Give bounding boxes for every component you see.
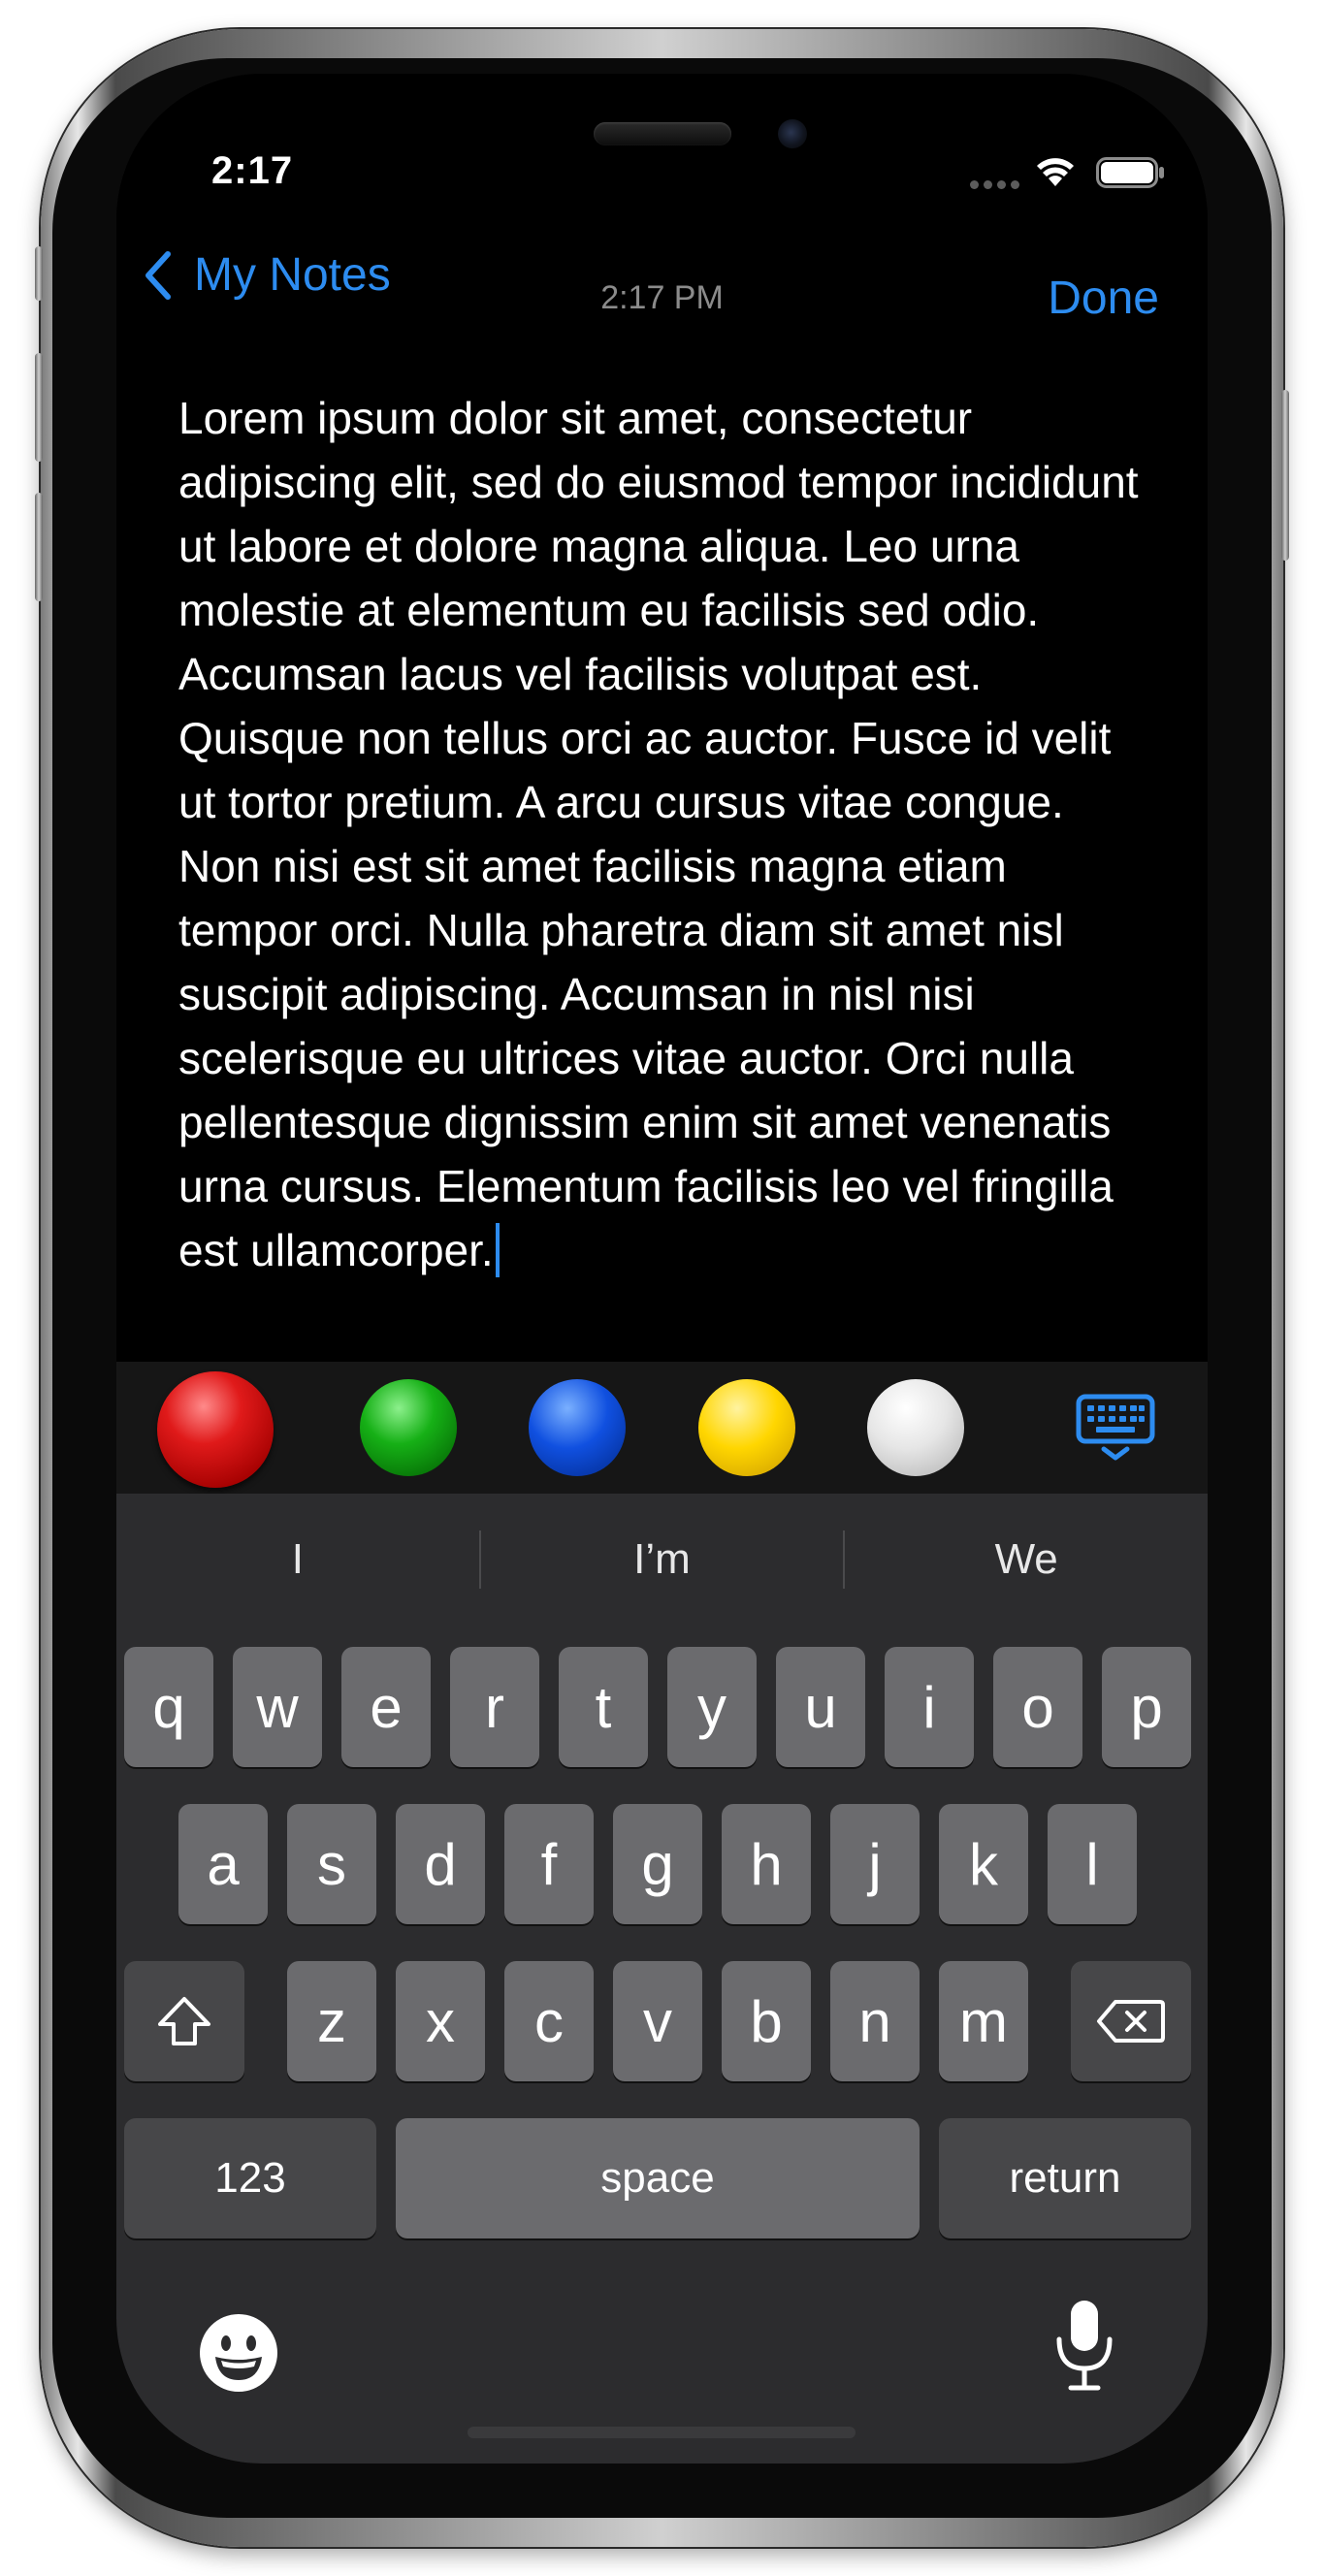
front-camera (778, 119, 807, 148)
earpiece-speaker (594, 122, 731, 145)
key-a[interactable]: a (178, 1804, 268, 1924)
battery-icon (1096, 157, 1164, 188)
key-v[interactable]: v (613, 1961, 702, 2081)
prediction-3[interactable]: We (845, 1494, 1208, 1626)
text-cursor (495, 1223, 500, 1277)
key-u[interactable]: u (776, 1647, 865, 1767)
key-p[interactable]: p (1102, 1647, 1191, 1767)
color-blue-button[interactable] (529, 1379, 626, 1476)
return-key[interactable]: return (939, 2118, 1191, 2238)
prediction-2[interactable]: I’m (481, 1494, 844, 1626)
emoji-icon[interactable] (198, 2312, 279, 2394)
delete-icon (1097, 2000, 1165, 2043)
key-e[interactable]: e (341, 1647, 431, 1767)
key-d[interactable]: d (396, 1804, 485, 1924)
cellular-signal-icon (970, 180, 1019, 189)
key-f[interactable]: f (504, 1804, 594, 1924)
power-button (1281, 390, 1289, 561)
key-c[interactable]: c (504, 1961, 594, 2081)
key-q[interactable]: q (124, 1647, 213, 1767)
key-i[interactable]: i (885, 1647, 974, 1767)
key-b[interactable]: b (722, 1961, 811, 2081)
color-white-button[interactable] (867, 1379, 964, 1476)
keyboard-dismiss-icon[interactable] (1075, 1393, 1156, 1463)
numbers-key[interactable]: 123 (124, 2118, 376, 2238)
key-j[interactable]: j (830, 1804, 920, 1924)
key-w[interactable]: w (233, 1647, 322, 1767)
shift-key[interactable] (124, 1961, 244, 2081)
note-text-area[interactable]: Lorem ipsum dolor sit amet, consectetur … (178, 386, 1153, 1282)
home-indicator[interactable] (468, 2427, 856, 2438)
key-z[interactable]: z (287, 1961, 376, 2081)
key-l[interactable]: l (1048, 1804, 1137, 1924)
microphone-icon[interactable] (1053, 2297, 1115, 2394)
status-time: 2:17 (211, 149, 294, 192)
key-x[interactable]: x (396, 1961, 485, 2081)
volume-up-button (35, 353, 43, 462)
key-t[interactable]: t (559, 1647, 648, 1767)
key-s[interactable]: s (287, 1804, 376, 1924)
predictive-text-bar: I I’m We (116, 1494, 1208, 1626)
key-k[interactable]: k (939, 1804, 1028, 1924)
wifi-icon (1037, 158, 1074, 186)
prediction-1[interactable]: I (116, 1494, 479, 1626)
key-g[interactable]: g (613, 1804, 702, 1924)
done-button[interactable]: Done (1048, 272, 1159, 325)
delete-key[interactable] (1071, 1961, 1191, 2081)
key-n[interactable]: n (830, 1961, 920, 2081)
color-yellow-button[interactable] (698, 1379, 795, 1476)
color-red-button[interactable] (157, 1371, 274, 1488)
key-y[interactable]: y (667, 1647, 757, 1767)
color-toolbar (116, 1362, 1208, 1494)
key-m[interactable]: m (939, 1961, 1028, 2081)
space-key[interactable]: space (396, 2118, 920, 2238)
color-green-button[interactable] (360, 1379, 457, 1476)
screen: 2:17 My Notes 2:17 PM Done Lorem ipsum d… (116, 74, 1208, 2463)
key-r[interactable]: r (450, 1647, 539, 1767)
note-body: Lorem ipsum dolor sit amet, consectetur … (178, 393, 1139, 1275)
note-timestamp: 2:17 PM (600, 279, 724, 316)
key-o[interactable]: o (993, 1647, 1082, 1767)
shift-icon (158, 1997, 210, 2045)
keyboard: I I’m We q w e r t y u i o p a s d f g h… (116, 1494, 1208, 2463)
silent-switch (35, 246, 43, 301)
volume-down-button (35, 493, 43, 601)
key-h[interactable]: h (722, 1804, 811, 1924)
